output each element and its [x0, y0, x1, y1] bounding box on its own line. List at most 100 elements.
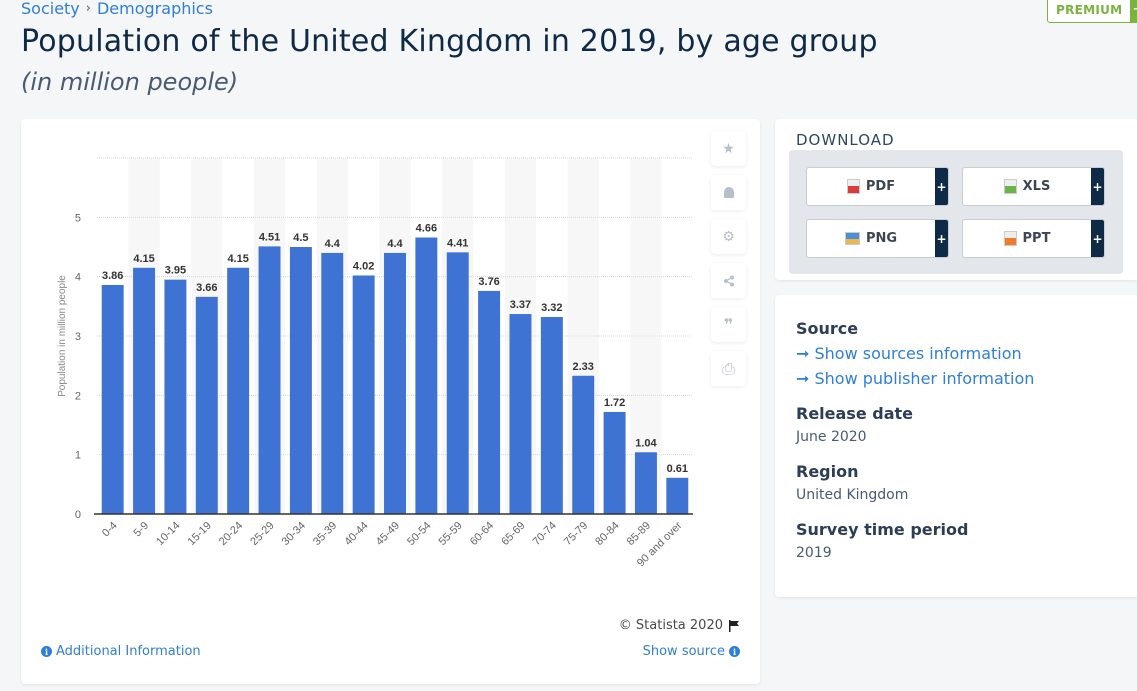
chart-card: 0 1 2 3 4 5 Population in million people 3.86 0-… — [21, 119, 760, 684]
ppt-file-icon — [1003, 231, 1017, 246]
star-icon: ★ — [722, 140, 735, 157]
bar-5-9 — [133, 267, 156, 514]
survey-period-value: 2019 — [796, 545, 832, 561]
bar-0-4 — [101, 284, 124, 514]
x-tick-label: 5-9 — [131, 520, 151, 540]
data-label: 4.4 — [387, 238, 403, 250]
info-icon: i — [41, 646, 52, 657]
x-tick-label: 60-64 — [468, 520, 496, 548]
bar-45-49 — [384, 252, 406, 514]
x-tick-label: 80-84 — [593, 520, 621, 548]
x-tick-label: 40-44 — [342, 520, 370, 548]
cite-button[interactable]: ❞ — [711, 307, 746, 342]
plus-icon[interactable]: + — [935, 168, 948, 205]
y-tick-label: 1 — [75, 450, 81, 462]
data-label: 0.61 — [667, 463, 688, 475]
copyright: © Statista 2020 — [619, 618, 740, 633]
additional-information-link[interactable]: i Additional Information — [41, 644, 201, 659]
show-source-label: Show source — [642, 644, 725, 659]
x-tick-label: 75-79 — [562, 520, 590, 548]
show-sources-link[interactable]: ➞ Show sources information — [796, 344, 1022, 363]
data-label: 3.86 — [102, 270, 123, 282]
data-label: 4.66 — [416, 223, 437, 235]
download-xls-button[interactable]: XLS + — [962, 167, 1105, 206]
share-icon — [723, 275, 734, 286]
chart-toolbar: ★ ⚙ ❞ ⎙ — [711, 131, 746, 386]
bell-icon — [723, 187, 734, 198]
page-title: Population of the United Kingdom in 2019… — [21, 24, 878, 59]
download-xls-label: XLS — [1022, 179, 1051, 194]
settings-button[interactable]: ⚙ — [711, 219, 746, 254]
y-axis-label: Population in million people — [57, 275, 68, 397]
y-tick-label: 5 — [75, 212, 81, 224]
bar-10-14 — [164, 279, 187, 514]
bar-75-79 — [572, 375, 595, 514]
bar-65-69 — [509, 314, 532, 514]
quote-icon: ❞ — [723, 315, 734, 334]
breadcrumb: Society › Demographics — [21, 0, 213, 18]
bar-15-19 — [195, 296, 218, 514]
pdf-file-icon — [846, 179, 860, 194]
x-tick-label: 65-69 — [499, 520, 527, 548]
bar-20-24 — [227, 267, 250, 514]
share-button[interactable] — [711, 263, 746, 298]
bar-55-59 — [446, 252, 469, 514]
bar-70-74 — [540, 317, 563, 514]
png-file-icon — [844, 232, 860, 245]
download-title: DOWNLOAD — [796, 131, 895, 149]
x-tick-label: 20-24 — [217, 520, 245, 548]
bar-85-89 — [634, 452, 657, 514]
bar-90-and-over — [666, 477, 689, 514]
plus-icon[interactable]: + — [1091, 168, 1104, 205]
flag-icon[interactable] — [729, 619, 740, 632]
breadcrumb-society[interactable]: Society — [21, 0, 80, 18]
gear-icon: ⚙ — [722, 228, 735, 245]
show-publisher-link[interactable]: ➞ Show publisher information — [796, 369, 1034, 388]
info-icon: i — [729, 646, 740, 657]
print-icon: ⎙ — [722, 358, 735, 378]
data-label: 4.5 — [293, 232, 308, 244]
x-tick-label: 25-29 — [248, 520, 276, 548]
breadcrumb-separator: › — [85, 1, 91, 16]
data-label: 3.66 — [196, 282, 217, 294]
show-source-link[interactable]: Show source i — [643, 644, 740, 659]
premium-label: PREMIUM — [1056, 3, 1123, 17]
source-heading: Source — [796, 319, 859, 338]
x-tick-label: 55-59 — [436, 520, 464, 548]
premium-button[interactable]: PREMIUM + — [1047, 0, 1137, 23]
bar-25-29 — [258, 246, 281, 514]
y-tick-label: 4 — [75, 272, 81, 284]
download-png-button[interactable]: PNG + — [806, 219, 949, 258]
favorite-button[interactable]: ★ — [711, 131, 746, 166]
breadcrumb-demographics[interactable]: Demographics — [97, 0, 213, 18]
data-label: 4.4 — [325, 238, 341, 250]
download-pdf-button[interactable]: PDF + — [806, 167, 949, 206]
y-tick-label: 0 — [75, 509, 81, 521]
bar-50-54 — [415, 237, 438, 515]
x-tick-label: 45-49 — [374, 520, 402, 548]
release-date-heading: Release date — [796, 404, 913, 423]
plus-icon[interactable]: + — [935, 220, 948, 257]
download-ppt-label: PPT — [1022, 231, 1051, 246]
bar-30-34 — [289, 247, 312, 514]
data-label: 3.37 — [510, 299, 531, 311]
plus-icon[interactable]: + — [1091, 220, 1104, 257]
x-tick-label: 30-34 — [280, 520, 308, 548]
data-label: 3.32 — [541, 302, 562, 314]
x-tick-label: 85-89 — [625, 520, 653, 548]
notification-button[interactable] — [711, 175, 746, 210]
data-label: 4.51 — [259, 231, 280, 243]
data-label: 1.04 — [635, 437, 657, 449]
download-ppt-button[interactable]: PPT + — [962, 219, 1105, 258]
x-tick-label: 50-54 — [405, 520, 433, 548]
x-tick-label: 70-74 — [531, 520, 559, 548]
y-tick-label: 3 — [75, 331, 81, 343]
download-png-label: PNG — [865, 231, 898, 246]
print-button[interactable]: ⎙ — [711, 351, 746, 386]
x-tick-label: 35-39 — [311, 520, 339, 548]
bar-chart: 0 1 2 3 4 5 Population in million people 3.86 0-… — [57, 157, 693, 569]
data-label: 2.33 — [572, 361, 593, 373]
data-label: 4.15 — [227, 253, 248, 265]
download-pdf-label: PDF — [865, 179, 896, 194]
data-label: 3.76 — [478, 276, 499, 288]
